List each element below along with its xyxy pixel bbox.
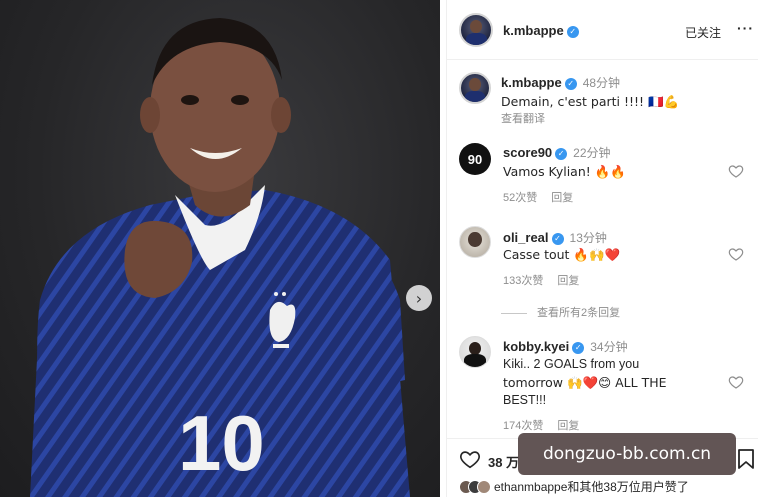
like-comment-heart-icon[interactable] <box>728 163 744 179</box>
comment-avatar[interactable]: 90 <box>459 143 491 175</box>
caption-time: 48分钟 <box>582 76 621 90</box>
username-link[interactable]: oli_real <box>503 230 549 245</box>
like-comment-heart-icon[interactable] <box>728 374 744 390</box>
username-link[interactable]: k.mbappe <box>501 75 562 90</box>
avatar[interactable] <box>459 13 493 47</box>
next-photo-button[interactable]: › <box>406 285 432 311</box>
verified-icon: ✓ <box>551 232 564 245</box>
divider <box>501 312 527 314</box>
post-photo[interactable]: 10 › <box>0 0 440 497</box>
caption-text: Demain, c'est parti !!!! 🇫🇷💪 <box>501 94 680 109</box>
verified-icon: ✓ <box>566 25 579 38</box>
comment-text-line: BEST!!! <box>503 393 547 407</box>
liked-by-row[interactable]: ethanmbappe和其他38万位用户赞了 <box>459 478 689 495</box>
following-button[interactable]: 已关注 <box>685 24 721 41</box>
chevron-right-icon: › <box>415 288 423 308</box>
comment-likes[interactable]: 174次赞 <box>503 420 543 432</box>
comment-meta: 52次赞 回复 <box>503 189 587 205</box>
username-link[interactable]: score90 <box>503 145 552 160</box>
verified-icon: ✓ <box>555 147 568 160</box>
like-post-heart-icon[interactable] <box>459 448 481 470</box>
comment-meta: 174次赞 回复 <box>503 417 593 433</box>
comments-panel: k.mbappe ✓ 已关注 ··· k.mbappe ✓ 48分钟 Demain, … <box>446 0 758 497</box>
view-all-replies-link[interactable]: 查看所有2条回复 <box>501 304 620 320</box>
header-username[interactable]: k.mbappe ✓ <box>503 23 579 38</box>
watermark: dongzuo-bb.com.cn <box>518 433 736 475</box>
username-link[interactable]: k.mbappe <box>503 23 564 38</box>
comment-time: 22分钟 <box>573 146 611 160</box>
reply-button[interactable]: 回复 <box>551 192 573 204</box>
comment-time: 13分钟 <box>569 231 607 245</box>
comment-text: Vamos Kylian! 🔥🔥 <box>503 164 626 179</box>
comment-text-line: tomorrow 🙌❤️😊 ALL THE <box>503 375 667 390</box>
like-comment-heart-icon[interactable] <box>728 246 744 262</box>
player-illustration: 10 <box>30 18 410 497</box>
comment-username[interactable]: kobby.kyei ✓ 34分钟 <box>503 338 628 355</box>
jersey-number: 10 <box>178 399 265 487</box>
see-translation-link[interactable]: 查看翻译 <box>501 110 545 126</box>
post-header: k.mbappe ✓ 已关注 ··· <box>447 0 758 60</box>
comment-time: 34分钟 <box>590 340 628 354</box>
verified-icon: ✓ <box>564 77 577 90</box>
comment-meta: 133次赞 回复 <box>503 272 593 288</box>
verified-icon: ✓ <box>572 341 585 354</box>
likes-count[interactable]: 38 万 <box>488 452 519 471</box>
comment-avatar[interactable] <box>459 336 491 368</box>
liked-by-text: ethanmbappe和其他38万位用户赞了 <box>494 480 689 494</box>
reply-button[interactable]: 回复 <box>557 420 579 432</box>
comment-username[interactable]: score90 ✓ 22分钟 <box>503 144 611 161</box>
username-link[interactable]: kobby.kyei <box>503 339 569 354</box>
comment-username[interactable]: oli_real ✓ 13分钟 <box>503 229 607 246</box>
reply-button[interactable]: 回复 <box>557 275 579 287</box>
caption-username[interactable]: k.mbappe ✓ 48分钟 <box>501 74 620 91</box>
comment-likes[interactable]: 133次赞 <box>503 275 543 287</box>
liker-avatar <box>477 479 491 494</box>
comment-likes[interactable]: 52次赞 <box>503 192 537 204</box>
view-replies-label[interactable]: 查看所有2条回复 <box>537 307 620 319</box>
bookmark-icon[interactable] <box>737 448 755 470</box>
comment-avatar[interactable] <box>459 226 491 258</box>
more-options-icon[interactable]: ··· <box>737 20 754 36</box>
comment-text-line: Kiki.. 2 GOALS from you <box>503 357 640 371</box>
caption-avatar[interactable] <box>459 72 491 104</box>
comment-text: Casse tout 🔥🙌❤️ <box>503 247 621 262</box>
